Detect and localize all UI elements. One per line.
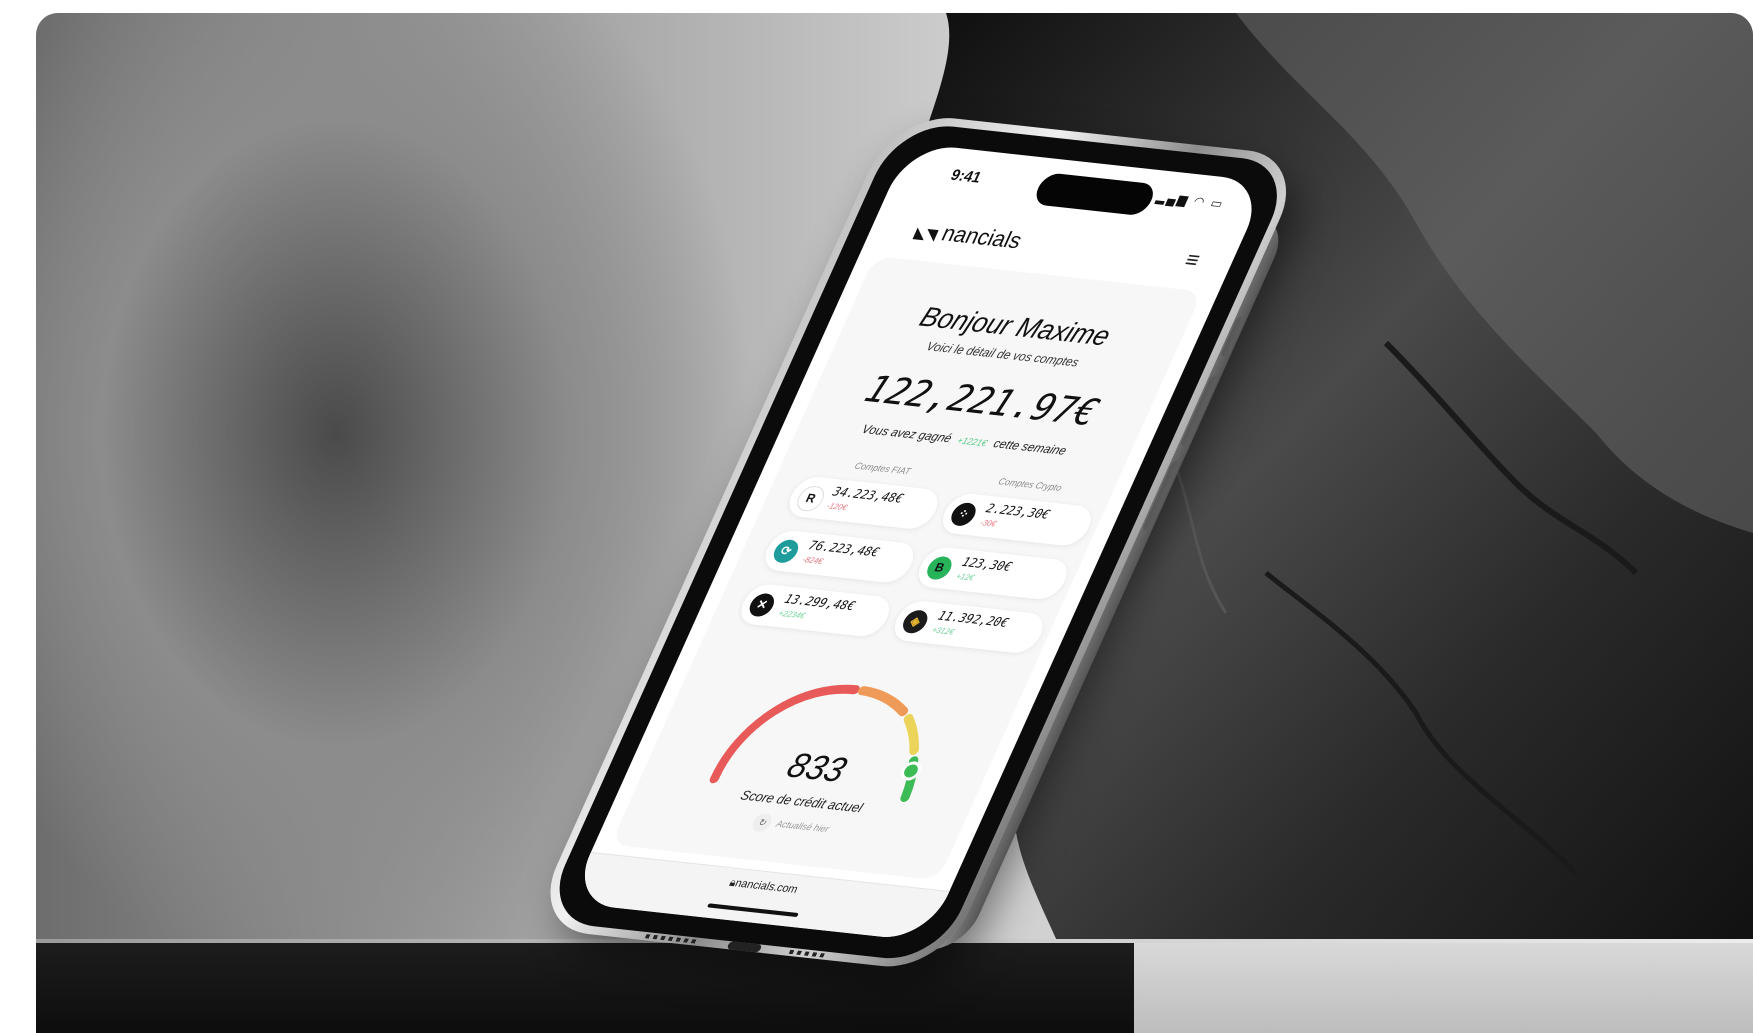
account-change: -30€ — [978, 517, 998, 529]
status-time: 9:41 — [947, 166, 985, 187]
gauge-yellow-segment — [903, 714, 919, 755]
account-change: -120€ — [825, 501, 849, 513]
account-change: -824€ — [800, 554, 825, 567]
home-indicator[interactable] — [706, 903, 799, 918]
gain-value: +1221€ — [955, 435, 990, 449]
url-value: nancials.com — [732, 877, 800, 896]
hamburger-menu-icon[interactable]: ≡ — [1180, 247, 1204, 274]
dots-icon: ⁘ — [947, 501, 980, 527]
status-icons: ▂▄▆ ◠ ▭ — [1154, 190, 1227, 211]
brand-logo[interactable]: ◣◥nancials — [911, 217, 1026, 254]
account-change: +312€ — [930, 625, 956, 637]
light-ledge — [1134, 943, 1753, 1033]
refresh-icon: ↻ — [749, 812, 775, 833]
signal-icon: ▂▄▆ — [1154, 189, 1193, 208]
binance-icon: ◈ — [899, 609, 932, 635]
dynamic-island — [1031, 172, 1159, 217]
nancials-logo-icon: ◣◥ — [912, 224, 941, 243]
bank-icon: ⟳ — [769, 538, 803, 564]
account-amount: 123,30€ — [959, 554, 1015, 574]
wifi-icon: ◠ — [1191, 193, 1210, 210]
battery-icon: ▭ — [1208, 195, 1228, 212]
revolut-icon: R — [793, 484, 829, 513]
bitcoin-icon: B — [923, 555, 956, 581]
account-change: +2234€ — [776, 608, 807, 621]
account-change: +12€ — [954, 571, 976, 583]
gauge-orange-segment — [857, 686, 909, 717]
brand-name: nancials — [937, 220, 1027, 254]
xcross-icon: ✕ — [745, 592, 779, 618]
refresh-label: Actualisé hier — [774, 818, 831, 835]
speaker-grille — [788, 949, 825, 958]
